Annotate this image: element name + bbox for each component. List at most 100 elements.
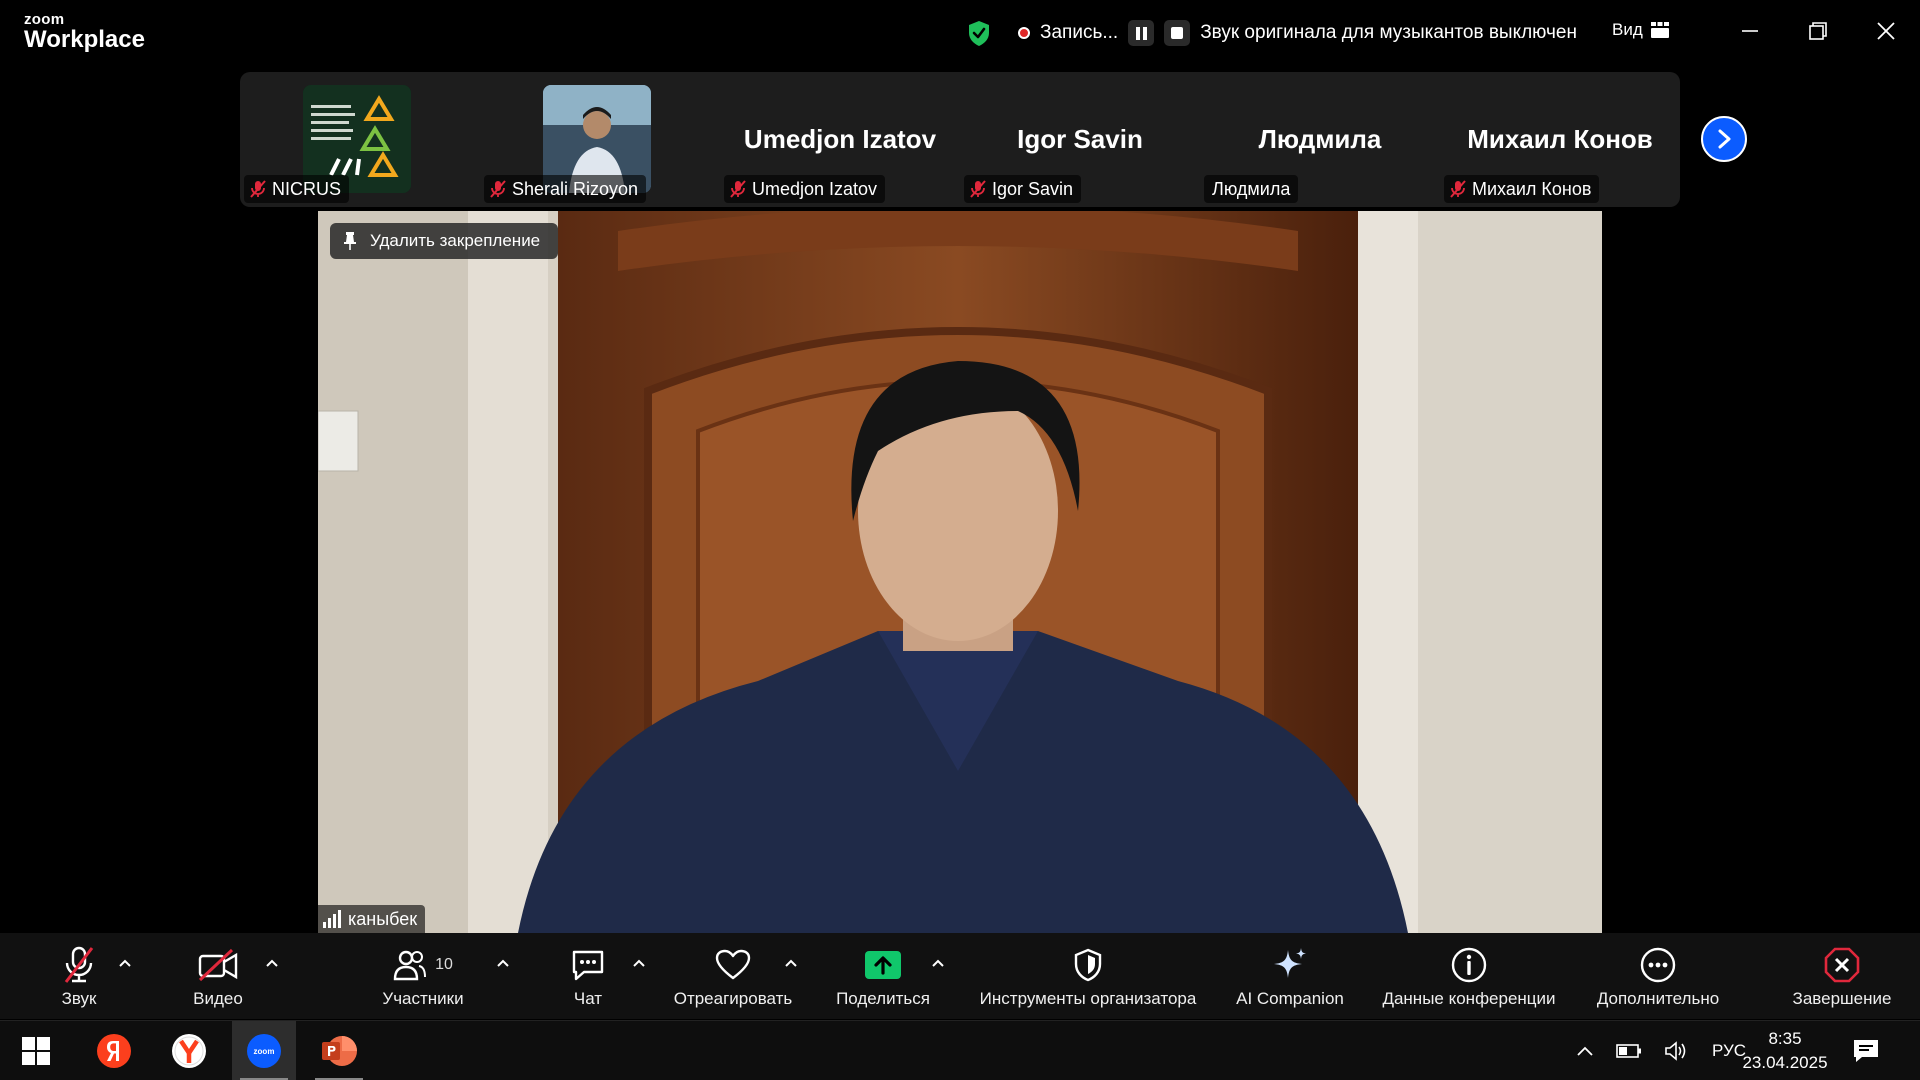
share-label: Поделиться [836,989,930,1008]
end-meeting-label: Завершение [1792,989,1892,1008]
chevron-up-icon [119,959,131,967]
participant-display-name: Umedjon Izatov [743,124,937,154]
participant-name: Людмила [1212,178,1291,199]
minimize-button[interactable] [1716,0,1784,62]
participants-count: 10 [435,956,453,973]
windows-logo-icon [22,1037,50,1065]
heart-icon [715,949,751,980]
participant-nametag: Sherali Rizoyon [484,175,647,203]
chat-button[interactable]: Чат [560,933,616,1019]
end-meeting-button[interactable]: Завершение [1784,933,1900,1019]
participant-name: NICRUS [272,178,342,199]
pause-recording-button[interactable] [1128,20,1155,46]
security-shield-icon [1074,948,1102,982]
minimize-icon [1742,30,1758,32]
chat-options-caret[interactable] [631,955,647,971]
start-button[interactable] [4,1021,68,1080]
unpin-label: Удалить закрепление [370,231,541,250]
chevron-up-icon [497,959,509,967]
ai-companion-button[interactable]: AI Companion [1229,933,1351,1019]
participants-button[interactable]: 10 Участники [373,933,473,1019]
stop-icon [1171,27,1184,39]
chevron-up-icon [266,959,278,967]
yandex-browser-icon [172,1034,206,1068]
clock-date: 23.04.2025 [1742,1053,1828,1072]
pin-icon [344,232,356,250]
participant-tile[interactable]: Михаил Конов Михаил Конов [1440,72,1680,207]
yandex-app-button[interactable] [82,1021,146,1080]
host-tools-button[interactable]: Инструменты организатора [968,933,1208,1019]
more-button[interactable]: Дополнительно [1588,933,1728,1019]
speaker-nametag: каныбек [318,905,426,933]
audio-label: Звук [61,989,97,1008]
stop-recording-button[interactable] [1164,20,1191,46]
chat-icon [572,950,604,981]
video-options-caret[interactable] [264,955,280,971]
zoom-app-button[interactable]: zoom [232,1021,296,1080]
share-button[interactable]: Поделиться [828,933,938,1019]
powerpoint-button[interactable] [307,1021,371,1080]
windows-taskbar: zoom РУС 8:35 23.04.2025 [0,1020,1920,1080]
notifications-button[interactable] [1852,1021,1880,1080]
chevron-up-icon[interactable] [1576,1045,1594,1057]
participant-nametag: Михаил Конов [1444,175,1600,203]
signal-strength-icon [323,910,341,928]
restore-button[interactable] [1784,0,1852,62]
audio-options-caret[interactable] [117,955,133,971]
participants-label: Участники [382,989,464,1008]
battery-icon[interactable] [1616,1043,1642,1059]
next-page-button[interactable] [1701,116,1747,162]
recording-label: Запись... [1040,22,1119,43]
pause-icon [1135,26,1147,40]
notification-icon [1854,1040,1878,1062]
participant-nametag: Umedjon Izatov [724,175,886,203]
chevron-up-icon [633,959,645,967]
chevron-up-icon [932,959,944,967]
participant-name: Sherali Rizoyon [512,178,639,199]
close-button[interactable] [1852,0,1920,62]
react-options-caret[interactable] [783,955,799,971]
original-sound-status[interactable]: Звук оригинала для музыкантов выключен [1200,22,1577,44]
restore-icon [1809,22,1827,40]
meeting-info-button[interactable]: Данные конференции [1372,933,1566,1019]
video-button[interactable]: Видео [178,933,258,1019]
volume-icon[interactable] [1664,1041,1690,1061]
mic-muted-icon [490,180,506,198]
main-video[interactable]: Удалить закрепление каныбек [318,211,1602,933]
logo-line-2: Workplace [24,26,145,53]
end-meeting-icon [1824,947,1860,983]
encryption-shield-icon[interactable] [966,19,992,47]
taskbar-clock[interactable]: 8:35 23.04.2025 [1730,1027,1840,1075]
meeting-toolbar: Звук Видео 10 Участники Чат Отреагироват… [0,933,1920,1019]
unpin-button[interactable]: Удалить закрепление [330,223,559,259]
share-options-caret[interactable] [930,955,946,971]
host-tools-label: Инструменты организатора [979,989,1197,1008]
audio-button[interactable]: Звук [46,933,112,1019]
grid-view-icon [1650,22,1669,38]
clock-time: 8:35 [1768,1029,1802,1048]
react-label: Отреагировать [673,989,793,1008]
participant-tile[interactable]: NICRUS [240,72,480,207]
info-icon [1451,947,1487,983]
video-off-icon [198,948,238,982]
mic-muted-icon [250,180,266,198]
system-tray: РУС [1576,1021,1746,1080]
participant-tile[interactable]: Sherali Rizoyon [480,72,720,207]
ai-companion-label: AI Companion [1236,989,1344,1008]
participant-tile[interactable]: Igor Savin Igor Savin [960,72,1200,207]
react-button[interactable]: Отреагировать [662,933,804,1019]
zoom-icon-label: zoom [253,1046,275,1056]
yandex-browser-button[interactable] [157,1021,221,1080]
participants-options-caret[interactable] [495,955,511,971]
participant-tile[interactable]: Umedjon Izatov Umedjon Izatov [720,72,960,207]
recording-dot-icon [1018,27,1030,39]
participant-display-name: Людмила [1258,124,1382,154]
meeting-info-label: Данные конференции [1382,989,1556,1008]
video-label: Видео [193,989,243,1008]
chevron-right-icon [1718,129,1731,149]
view-label: Вид [1612,20,1643,39]
participant-nametag: Людмила [1204,175,1299,203]
participant-tile[interactable]: Людмила Людмила [1200,72,1440,207]
view-button[interactable]: Вид [1612,20,1669,40]
mic-muted-icon [970,180,986,198]
